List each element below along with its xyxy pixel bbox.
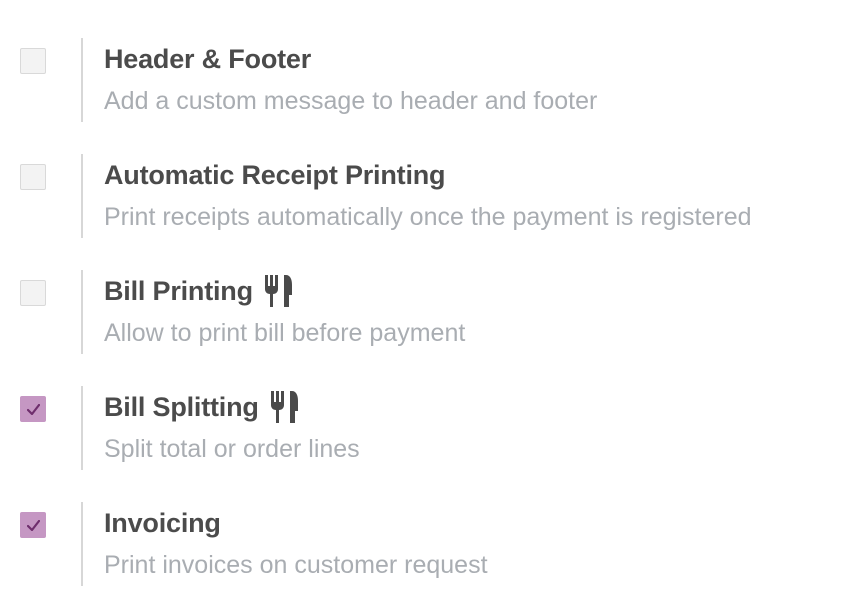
setting-description: Print invoices on customer request [104,551,488,579]
setting-divider [81,386,83,470]
checkmark-icon [27,520,40,531]
setting-bill-printing: Bill Printing Allow to print bill before… [0,270,868,356]
setting-divider [81,270,83,354]
setting-title-line: Automatic Receipt Printing [104,154,868,196]
setting-divider [81,502,83,586]
setting-title[interactable]: Bill Printing [104,270,253,312]
invoicing-checkbox[interactable] [20,512,46,538]
setting-title[interactable]: Bill Splitting [104,386,259,428]
setting-title[interactable]: Invoicing [104,502,221,544]
setting-title-line: Bill Printing [104,270,868,312]
setting-title-line: Header & Footer [104,38,868,80]
setting-bill-splitting: Bill Splitting Split total or order line… [0,386,868,472]
setting-text: Invoicing Print invoices on customer req… [104,502,868,586]
checkmark-icon [27,404,40,415]
setting-invoicing: Invoicing Print invoices on customer req… [0,502,868,588]
setting-header-footer: Header & Footer Add a custom message to … [0,38,868,124]
setting-text: Header & Footer Add a custom message to … [104,38,868,122]
setting-text: Bill Printing Allow to print bill before… [104,270,868,354]
setting-title-line: Invoicing [104,502,868,544]
setting-title-line: Bill Splitting [104,386,868,428]
setting-description: Print receipts automatically once the pa… [104,203,752,231]
setting-description: Split total or order lines [104,435,360,463]
setting-divider [81,154,83,238]
setting-text: Automatic Receipt Printing Print receipt… [104,154,868,238]
setting-text: Bill Splitting Split total or order line… [104,386,868,470]
settings-list: Header & Footer Add a custom message to … [0,0,868,604]
automatic-receipt-printing-checkbox[interactable] [20,164,46,190]
bill-printing-checkbox[interactable] [20,280,46,306]
cutlery-icon [269,390,299,424]
setting-automatic-receipt-printing: Automatic Receipt Printing Print receipt… [0,154,868,240]
cutlery-icon [263,274,293,308]
setting-description: Allow to print bill before payment [104,319,466,347]
header-footer-checkbox[interactable] [20,48,46,74]
setting-title[interactable]: Header & Footer [104,38,311,80]
setting-description: Add a custom message to header and foote… [104,87,598,115]
setting-title[interactable]: Automatic Receipt Printing [104,154,446,196]
bill-splitting-checkbox[interactable] [20,396,46,422]
setting-divider [81,38,83,122]
